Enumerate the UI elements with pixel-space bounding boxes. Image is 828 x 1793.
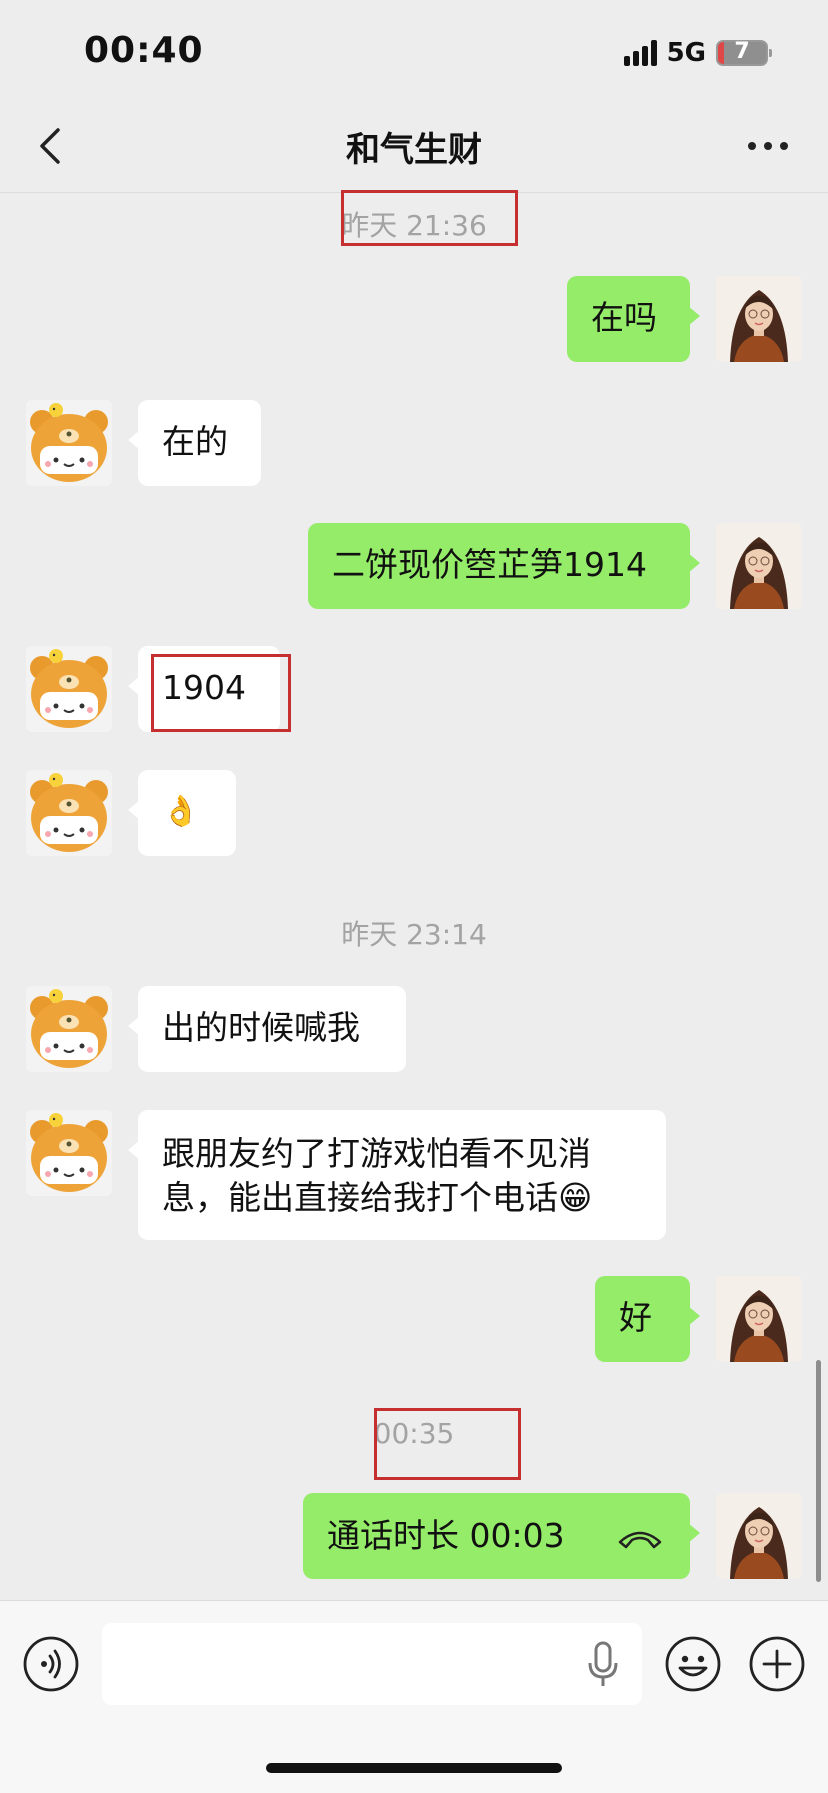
signal-icon [623,40,657,66]
highlight-box [341,190,518,246]
network-label: 5G [666,38,706,68]
status-bar: 00:40 5G 7 [0,0,828,100]
plus-button[interactable] [748,1635,806,1693]
mic-icon[interactable] [586,1641,620,1689]
timestamp: 昨天 23:14 [341,918,487,951]
emoji-icon [665,1636,721,1692]
battery-level: 7 [734,39,750,64]
message-bubble-received[interactable]: 在的 [128,400,261,486]
my-avatar[interactable] [716,1493,802,1579]
chat-title: 和气生财 [346,130,482,170]
status-time: 00:40 [84,30,204,71]
phone-hangup-icon [618,1531,662,1549]
message-bubble-received[interactable]: 👌 [128,770,236,856]
battery-icon: 7 [716,39,772,66]
contact-avatar[interactable] [26,770,112,856]
contact-avatar[interactable] [26,646,112,732]
message-bubble-sent[interactable]: 好 [595,1276,700,1362]
call-record-bubble[interactable]: 通话时长 00:03 [303,1493,700,1579]
status-indicators: 5G 7 [623,38,772,68]
voice-button[interactable] [22,1635,80,1693]
highlight-box [151,654,291,732]
my-avatar[interactable] [716,276,802,362]
message-text: 息，能出直接给我打个电话 [162,1178,558,1217]
message-bubble-received[interactable]: 跟朋友约了打游戏怕看不见消 息，能出直接给我打个电话😁 [128,1110,666,1240]
scrollbar[interactable] [816,1360,821,1582]
grin-emoji: 😁 [558,1178,593,1217]
my-avatar[interactable] [716,523,802,609]
highlight-box [374,1408,521,1480]
input-bar [0,1600,828,1793]
message-line: 息，能出直接给我打个电话😁 [162,1176,642,1220]
contact-avatar[interactable] [26,986,112,1072]
my-avatar[interactable] [716,1276,802,1362]
message-bubble-sent[interactable]: 二饼现价箜芷笋1914 [308,523,700,609]
voice-icon [23,1636,79,1692]
home-indicator [266,1763,562,1773]
emoji-button[interactable] [664,1635,722,1693]
more-dots-icon [748,142,788,150]
message-bubble-received[interactable]: 出的时候喊我 [128,986,406,1072]
more-button[interactable] [744,126,792,166]
plus-icon [749,1636,805,1692]
contact-avatar[interactable] [26,400,112,486]
contact-avatar[interactable] [26,1110,112,1196]
call-duration-text: 通话时长 00:03 [327,1516,565,1555]
nav-bar: 和气生财 [0,100,828,193]
message-bubble-sent[interactable]: 在吗 [567,276,700,362]
message-input[interactable] [102,1623,642,1705]
message-line: 跟朋友约了打游戏怕看不见消 [162,1134,591,1173]
